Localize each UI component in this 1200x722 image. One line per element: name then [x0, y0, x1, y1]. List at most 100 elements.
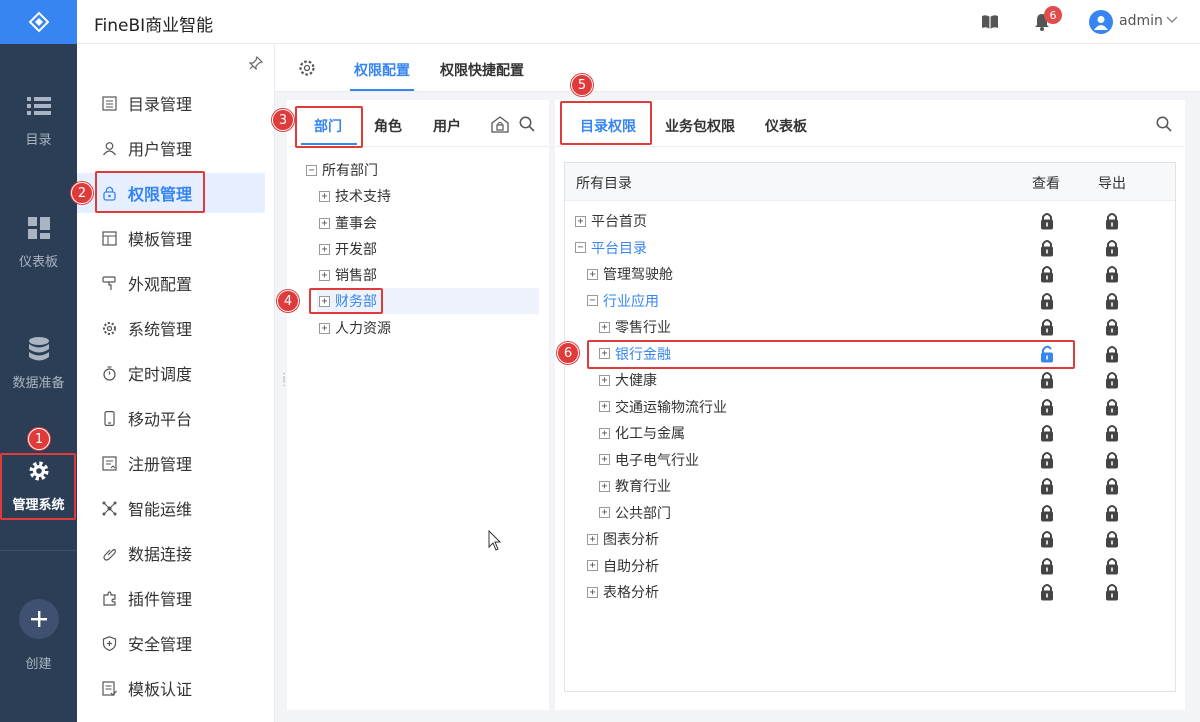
menu-item-ops[interactable]: 智能运维 — [77, 488, 265, 528]
search-icon[interactable] — [519, 116, 535, 136]
pin-icon[interactable] — [248, 55, 264, 74]
lock-icon[interactable] — [1040, 292, 1056, 310]
catalog-row[interactable]: − 平台目录 — [575, 235, 647, 261]
search-icon[interactable] — [1156, 116, 1172, 136]
lock-icon[interactable] — [1105, 292, 1121, 310]
tree-node[interactable]: + 销售部 — [319, 262, 377, 288]
expand-icon[interactable]: + — [599, 480, 610, 492]
expand-icon[interactable]: + — [599, 401, 610, 412]
menu-item-security[interactable]: 安全管理 — [77, 623, 265, 663]
expand-icon[interactable]: + — [599, 507, 610, 518]
expand-icon[interactable]: + — [319, 243, 330, 255]
expand-icon[interactable]: + — [587, 560, 598, 571]
logo[interactable] — [0, 0, 77, 44]
lock-icon[interactable] — [1105, 477, 1121, 495]
tab-role[interactable]: 角色 — [374, 116, 402, 136]
lock-icon[interactable] — [1040, 398, 1056, 416]
expand-icon[interactable]: + — [587, 268, 598, 280]
collapse-icon[interactable]: − — [306, 164, 317, 176]
lock-icon[interactable] — [1105, 424, 1121, 442]
lock-icon[interactable] — [1040, 239, 1056, 257]
collapse-icon[interactable]: − — [587, 295, 598, 306]
menu-item-appearance[interactable]: 外观配置 — [77, 263, 265, 303]
lock-icon[interactable] — [1105, 451, 1121, 469]
lock-icon[interactable] — [1040, 504, 1056, 522]
lock-icon[interactable] — [1040, 318, 1056, 336]
lock-icon[interactable] — [1105, 318, 1121, 336]
expand-icon[interactable]: + — [587, 586, 598, 598]
expand-icon[interactable]: + — [599, 454, 610, 465]
rail-item-create[interactable]: 创建 — [0, 590, 77, 680]
chevron-down-icon[interactable] — [1165, 12, 1179, 30]
tree-node[interactable]: − 所有部门 — [306, 157, 378, 183]
lock-icon[interactable] — [1040, 212, 1056, 230]
catalog-row[interactable]: + 表格分析 — [587, 579, 659, 605]
lock-icon[interactable] — [1040, 477, 1056, 495]
lock-settings-icon[interactable] — [490, 115, 510, 137]
menu-item-catalog[interactable]: 目录管理 — [77, 83, 265, 123]
lock-icon[interactable] — [1105, 265, 1121, 283]
settings-gear-icon[interactable] — [298, 59, 316, 81]
rail-item-data-prep[interactable]: 数据准备 — [0, 318, 77, 408]
rail-item-dashboard[interactable]: 仪表板 — [0, 197, 77, 287]
catalog-row[interactable]: + 平台首页 — [575, 208, 647, 234]
lock-icon[interactable] — [1105, 583, 1121, 601]
menu-item-templates[interactable]: 模板管理 — [77, 218, 265, 258]
expand-icon[interactable]: + — [599, 374, 610, 386]
lock-icon[interactable] — [1040, 424, 1056, 442]
menu-item-users[interactable]: 用户管理 — [77, 128, 265, 168]
catalog-row[interactable]: + 公共部门 — [599, 500, 671, 526]
rail-item-catalog[interactable]: 目录 — [0, 75, 77, 165]
lock-icon[interactable] — [1040, 265, 1056, 283]
tree-node[interactable]: + 人力资源 — [319, 315, 391, 341]
tree-node[interactable]: + 技术支持 — [319, 183, 391, 209]
expand-icon[interactable]: + — [575, 215, 586, 227]
menu-item-mobile[interactable]: 移动平台 — [77, 398, 265, 438]
catalog-row[interactable]: + 大健康 — [599, 367, 657, 393]
lock-icon[interactable] — [1105, 557, 1121, 575]
expand-icon[interactable]: + — [319, 269, 330, 281]
lock-icon[interactable] — [1105, 504, 1121, 522]
menu-item-certify[interactable]: 模板认证 — [77, 668, 265, 708]
expand-icon[interactable]: + — [319, 322, 330, 334]
lock-icon[interactable] — [1040, 583, 1056, 601]
expand-icon[interactable]: + — [599, 321, 610, 333]
lock-icon[interactable] — [1105, 371, 1121, 389]
lock-icon[interactable] — [1105, 530, 1121, 548]
expand-icon[interactable]: + — [587, 533, 598, 545]
expand-icon[interactable]: + — [319, 217, 330, 229]
collapse-icon[interactable]: − — [575, 242, 586, 253]
lock-icon[interactable] — [1040, 371, 1056, 389]
menu-item-plugins[interactable]: 插件管理 — [77, 578, 265, 618]
catalog-row[interactable]: + 教育行业 — [599, 473, 671, 499]
catalog-row[interactable]: + 图表分析 — [587, 526, 659, 552]
expand-icon[interactable]: + — [599, 427, 610, 439]
lock-icon[interactable] — [1040, 530, 1056, 548]
lock-icon[interactable] — [1105, 212, 1121, 230]
lock-icon[interactable] — [1105, 398, 1121, 416]
expand-icon[interactable]: + — [319, 190, 330, 202]
lock-icon[interactable] — [1105, 239, 1121, 257]
pane-splitter[interactable]: ⋮⋮ — [279, 373, 289, 391]
tree-node[interactable]: + 开发部 — [319, 236, 377, 262]
catalog-row[interactable]: − 行业应用 — [587, 288, 659, 314]
menu-item-connection[interactable]: 数据连接 — [77, 533, 265, 573]
tab-quick-config[interactable]: 权限快捷配置 — [440, 60, 524, 80]
lock-icon[interactable] — [1105, 345, 1121, 363]
lock-icon[interactable] — [1040, 451, 1056, 469]
tree-node[interactable]: + 董事会 — [319, 210, 377, 236]
menu-item-system[interactable]: 系统管理 — [77, 308, 265, 348]
menu-item-register[interactable]: 注册管理 — [77, 443, 265, 483]
catalog-row[interactable]: + 电子电气行业 — [599, 447, 699, 473]
tab-package-permission[interactable]: 业务包权限 — [665, 116, 735, 136]
catalog-row[interactable]: + 化工与金属 — [599, 420, 685, 446]
catalog-row[interactable]: + 管理驾驶舱 — [587, 261, 673, 287]
tab-permission-config[interactable]: 权限配置 — [354, 60, 410, 80]
catalog-row[interactable]: + 零售行业 — [599, 314, 671, 340]
menu-item-schedule[interactable]: 定时调度 — [77, 353, 265, 393]
help-book-icon[interactable] — [980, 12, 1000, 32]
catalog-row[interactable]: + 自助分析 — [587, 553, 659, 579]
lock-icon[interactable] — [1040, 557, 1056, 575]
tab-user[interactable]: 用户 — [433, 116, 461, 136]
avatar[interactable] — [1089, 10, 1113, 34]
